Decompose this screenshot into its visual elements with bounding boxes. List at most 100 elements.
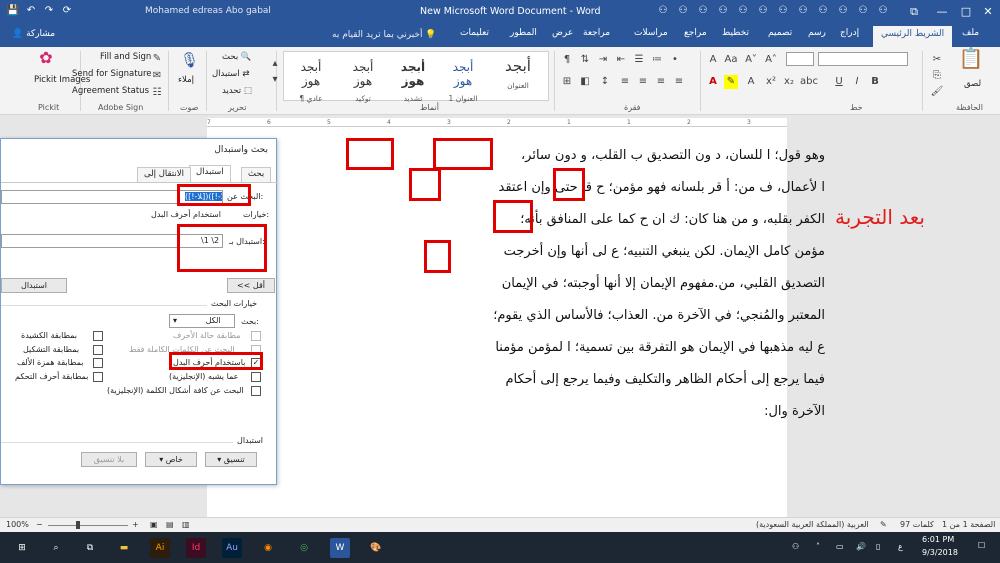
- grow-font-icon[interactable]: A˄: [764, 53, 778, 67]
- volume-icon[interactable]: 🔊: [856, 542, 866, 551]
- qat-custom-icon[interactable]: ⚇: [816, 4, 830, 18]
- gallery-scroll-down-icon[interactable]: ▾: [268, 73, 282, 87]
- sounds-like-checkbox[interactable]: [251, 372, 261, 382]
- shading-icon[interactable]: ◧: [578, 75, 592, 89]
- tab-review[interactable]: مراجعة: [583, 28, 610, 38]
- tab-replace[interactable]: استبدال: [189, 165, 231, 182]
- style-normal[interactable]: أبجد هوز ¶ عادي: [290, 54, 332, 103]
- qat-custom-icon[interactable]: ⚇: [736, 4, 750, 18]
- numbering-icon[interactable]: ≔: [650, 53, 664, 67]
- tell-me-box[interactable]: أخبرني بما تريد القيام به 💡: [332, 30, 437, 40]
- zoom-slider-thumb[interactable]: [76, 521, 80, 529]
- replace-action-button[interactable]: استبدال: [1, 278, 67, 293]
- language-status[interactable]: العربية (المملكة العربية السعودية): [756, 520, 869, 529]
- style-heading1[interactable]: أبجد هوز العنوان 1: [442, 54, 484, 103]
- match-kashida-checkbox[interactable]: [93, 331, 103, 341]
- match-diacritics-checkbox[interactable]: [93, 345, 103, 355]
- less-button[interactable]: << أقل: [227, 278, 275, 293]
- tab-goto[interactable]: الانتقال إلى: [137, 167, 191, 182]
- tab-help[interactable]: تعليمات: [460, 28, 489, 38]
- bold-icon[interactable]: B: [868, 75, 882, 89]
- redo-icon[interactable]: ↷: [42, 4, 56, 18]
- ribbon-display-icon[interactable]: ⧉: [900, 0, 928, 24]
- tab-layout[interactable]: تخطيط: [722, 28, 749, 38]
- match-case-checkbox[interactable]: [251, 331, 261, 341]
- search-icon[interactable]: ⌕: [46, 538, 66, 558]
- task-view-icon[interactable]: ⧉: [80, 538, 100, 558]
- zoom-level[interactable]: 100%: [6, 520, 29, 529]
- clock-date[interactable]: 9/3/2018: [922, 548, 958, 557]
- font-name-select[interactable]: [818, 52, 908, 66]
- tab-mailings[interactable]: مراسلات: [634, 28, 668, 38]
- pickit-icon[interactable]: ✿: [36, 50, 56, 71]
- qat-custom-icon[interactable]: ⚇: [836, 4, 850, 18]
- outdent-icon[interactable]: ⇤: [614, 53, 628, 67]
- format-button[interactable]: ▾ تنسيق: [205, 452, 257, 467]
- italic-icon[interactable]: I: [850, 75, 864, 89]
- dictate-button[interactable]: إملاء: [178, 75, 194, 85]
- indesign-icon[interactable]: Id: [186, 538, 206, 558]
- qat-custom-icon[interactable]: ⚇: [876, 4, 890, 18]
- align-left-icon[interactable]: ≡: [672, 75, 686, 89]
- tab-design[interactable]: تصميم: [768, 28, 792, 38]
- paint-icon[interactable]: 🎨: [366, 538, 386, 558]
- fill-and-sign-button[interactable]: Fill and Sign: [100, 52, 151, 62]
- agreement-status-button[interactable]: Agreement Status: [72, 86, 149, 96]
- audition-icon[interactable]: Au: [222, 538, 242, 558]
- style-title[interactable]: أبجد العنوان: [494, 54, 542, 98]
- font-size-select[interactable]: [786, 52, 814, 66]
- chrome-icon[interactable]: ◎: [294, 538, 314, 558]
- save-icon[interactable]: 💾: [6, 4, 20, 18]
- network-icon[interactable]: ▭: [836, 542, 844, 551]
- page-count[interactable]: الصفحة 1 من 1: [942, 520, 995, 529]
- shrink-font-icon[interactable]: A˅: [744, 53, 758, 67]
- justify-icon[interactable]: ≡: [618, 75, 632, 89]
- qat-custom-icon[interactable]: ⚇: [776, 4, 790, 18]
- proofing-icon[interactable]: ✎: [880, 520, 887, 529]
- qat-custom-icon[interactable]: ⚇: [756, 4, 770, 18]
- horizontal-ruler[interactable]: 7 6 5 4 3 2 1 1 2 3: [207, 118, 787, 127]
- word-icon[interactable]: W: [330, 538, 350, 558]
- qat-custom-icon[interactable]: ⚇: [696, 4, 710, 18]
- repeat-icon[interactable]: ⟳: [60, 4, 74, 18]
- microphone-icon[interactable]: 🎙: [180, 53, 199, 71]
- tray-chevron-icon[interactable]: ˄: [816, 542, 820, 551]
- borders-icon[interactable]: ⊞: [560, 75, 574, 89]
- qat-custom-icon[interactable]: ⚇: [676, 4, 690, 18]
- close-button[interactable]: ✕: [974, 0, 1000, 24]
- send-for-signature-button[interactable]: Send for Signature: [72, 69, 152, 79]
- qat-custom-icon[interactable]: ⚇: [796, 4, 810, 18]
- gallery-scroll-up-icon[interactable]: ▴: [268, 57, 282, 71]
- print-layout-icon[interactable]: ▣: [150, 520, 158, 529]
- pilcrow-icon[interactable]: ¶: [560, 53, 574, 67]
- highlight-icon[interactable]: ✎: [724, 75, 738, 89]
- read-mode-icon[interactable]: ▥: [182, 520, 190, 529]
- tab-developer[interactable]: المطور: [510, 28, 537, 38]
- share-button[interactable]: 👤 مشاركة: [12, 29, 55, 39]
- underline-icon[interactable]: U: [832, 75, 846, 89]
- strikethrough-icon[interactable]: abc: [800, 75, 818, 89]
- battery-icon[interactable]: ▯: [876, 542, 880, 551]
- zoom-slider[interactable]: [48, 525, 128, 526]
- change-case-icon[interactable]: Aa: [724, 53, 738, 67]
- indent-icon[interactable]: ⇥: [596, 53, 610, 67]
- superscript-icon[interactable]: x²: [764, 75, 778, 89]
- people-icon[interactable]: ⚇: [792, 542, 799, 551]
- tab-view[interactable]: عرض: [552, 28, 573, 38]
- match-alef-hamza-checkbox[interactable]: [93, 358, 103, 368]
- qat-custom-icon[interactable]: ⚇: [716, 4, 730, 18]
- copy-icon[interactable]: ⎘: [930, 69, 944, 83]
- font-color-icon[interactable]: A: [706, 75, 720, 89]
- tab-insert[interactable]: إدراج: [840, 28, 859, 38]
- find-button[interactable]: بحث 🔍: [222, 52, 252, 62]
- tab-home[interactable]: الشريط الرئيسي: [873, 26, 953, 47]
- search-direction-select[interactable]: ▾ الكل: [169, 314, 235, 328]
- zoom-out-icon[interactable]: −: [36, 520, 43, 529]
- illustrator-icon[interactable]: Ai: [150, 538, 170, 558]
- firefox-icon[interactable]: ◉: [258, 538, 278, 558]
- qat-custom-icon[interactable]: ⚇: [656, 4, 670, 18]
- windows-start-icon[interactable]: ⊞: [12, 538, 32, 558]
- sort-icon[interactable]: ⇅: [578, 53, 592, 67]
- style-strong[interactable]: أبجد هوز تشديد: [392, 54, 434, 103]
- input-language[interactable]: ع: [898, 542, 903, 551]
